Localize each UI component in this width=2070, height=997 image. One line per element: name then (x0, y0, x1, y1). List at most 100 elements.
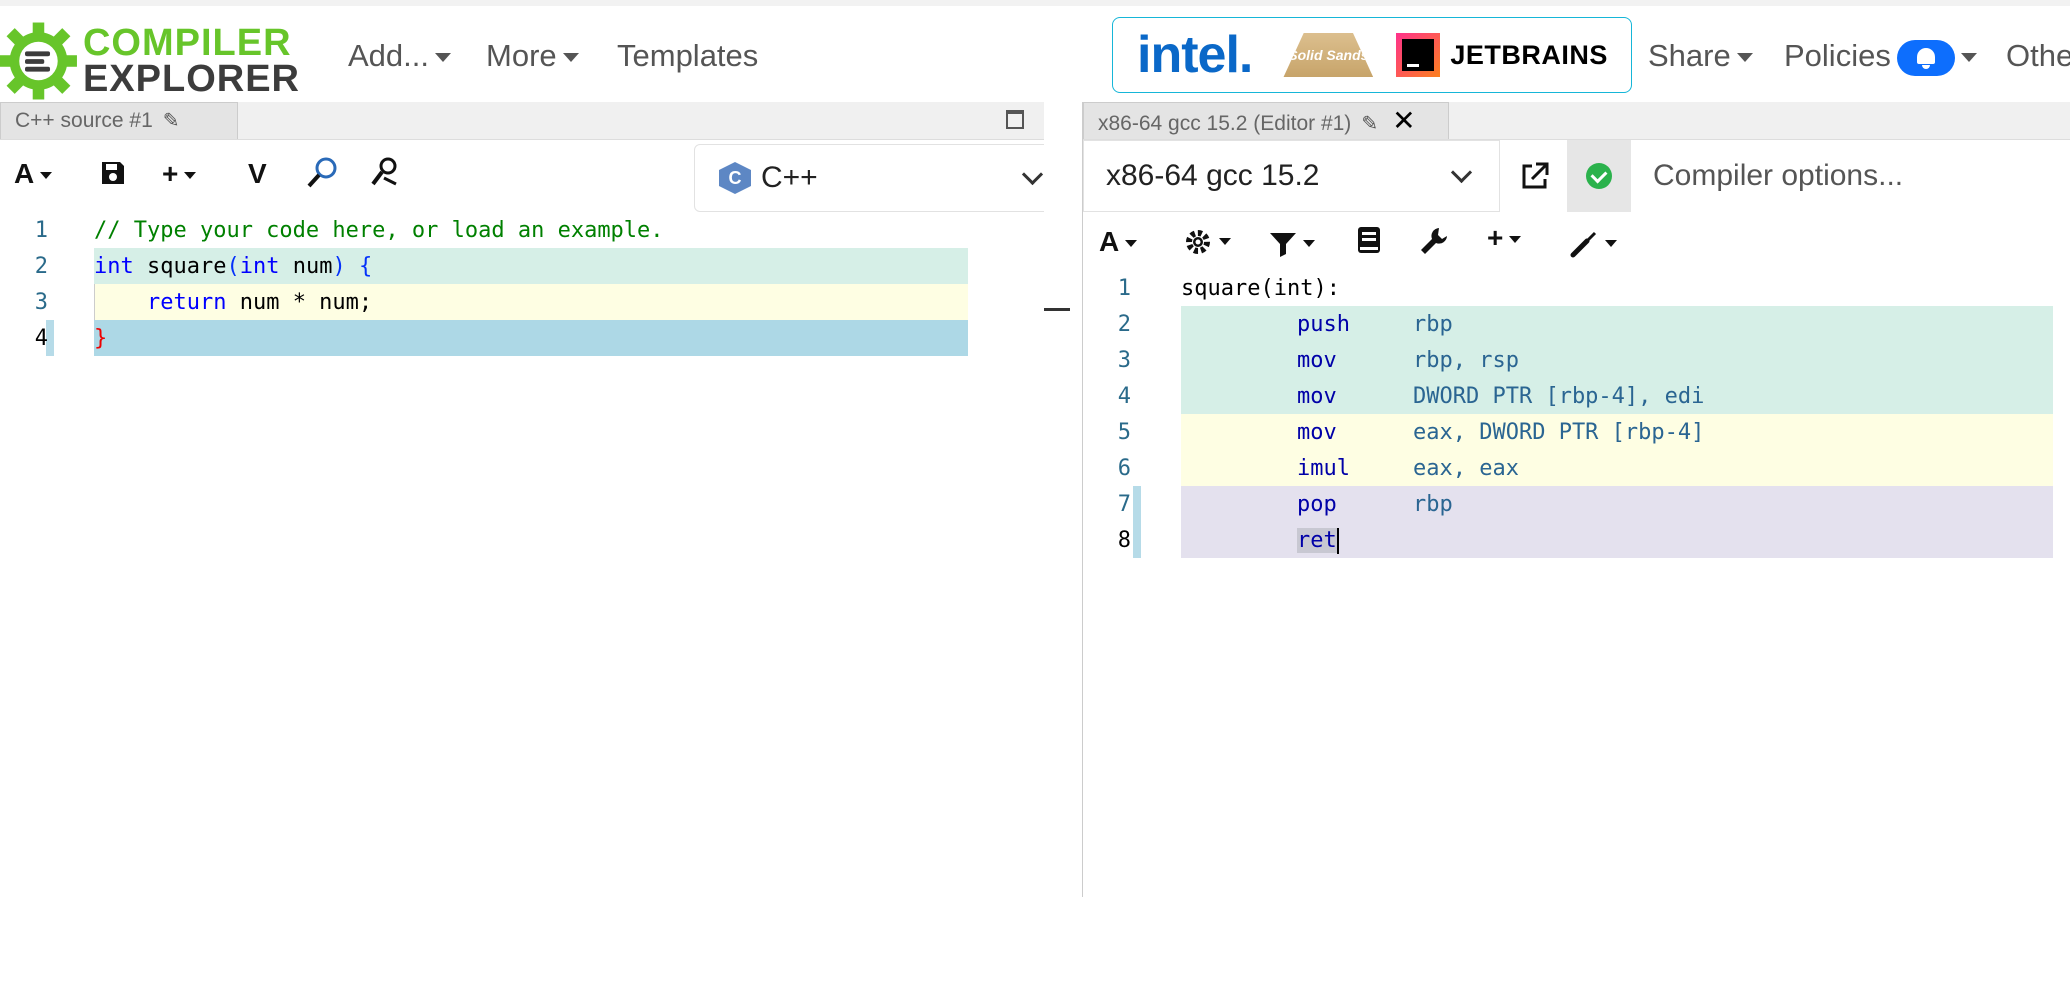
nav-other-menu[interactable]: Other (2006, 38, 2070, 74)
top-navbar: COMPILER EXPLORER Add... More Templates … (0, 0, 2070, 102)
output-settings-button[interactable] (1183, 224, 1231, 257)
asm-line: 4 mov DWORD PTR [rbp-4], edi (1083, 378, 2070, 414)
save-button[interactable] (100, 160, 126, 193)
line-number: 2 (1117, 312, 1131, 337)
nav-add-menu[interactable]: Add... (348, 38, 451, 74)
code-text: // Type your code here, or load an examp… (94, 218, 664, 243)
tab-cpp-source[interactable]: C++ source #1 ✎ (0, 102, 238, 139)
caret-down-icon (562, 53, 579, 63)
gutter-marker (1133, 486, 1141, 522)
caret-down-icon (184, 172, 197, 180)
line-number: 1 (34, 218, 48, 243)
code-text: int square(int num) { (94, 254, 372, 279)
save-icon (102, 162, 124, 184)
nav-share-menu[interactable]: Share (1648, 38, 1753, 74)
code-line: 2 int square(int num) { (0, 248, 1044, 284)
close-icon[interactable]: ✕ (1392, 105, 1415, 136)
sponsors-box[interactable]: intel. Solid Sands JETBRAINS (1112, 17, 1632, 93)
token-identifier: num (279, 254, 333, 279)
asm-line: 3 mov rbp, rsp (1083, 342, 2070, 378)
external-link-icon (1522, 162, 1549, 189)
font-icon: A (1099, 226, 1120, 257)
compiler-tabstrip: x86-64 gcc 15.2 (Editor #1) ✎ ✕ (1083, 102, 2070, 140)
asm-instruction: mov (1297, 348, 1337, 373)
line-number: 8 (1117, 528, 1131, 553)
asm-operands: rbp (1413, 492, 1453, 517)
tab-compiler[interactable]: x86-64 gcc 15.2 (Editor #1) ✎ ✕ (1083, 102, 1449, 139)
asm-instruction-cursor: ret (1297, 528, 1339, 554)
assembly-output[interactable]: 1 square(int): 2 push rbp 3 mov rbp, rsp… (1083, 270, 2070, 995)
caret-down-icon (1219, 238, 1231, 246)
caret-down-icon (1125, 240, 1138, 248)
tools-button[interactable] (1419, 226, 1449, 263)
caret-down-icon (1303, 240, 1315, 248)
language-select[interactable]: C C++ (694, 144, 1070, 212)
compiler-select[interactable]: x86-64 gcc 15.2 (1083, 140, 1500, 212)
scroll-marker (1044, 308, 1070, 311)
line-number: 5 (1117, 420, 1131, 445)
plus-icon: + (1487, 222, 1504, 253)
line-number: 4 (34, 326, 48, 351)
asm-operands: rbp, rsp (1413, 348, 1519, 373)
asm-instruction: imul (1297, 456, 1350, 481)
pane-splitter[interactable] (1044, 102, 1082, 897)
asm-instruction: mov (1297, 384, 1337, 409)
solid-sands-logo: Solid Sands (1283, 33, 1374, 77)
asm-line: 6 imul eax, eax (1083, 450, 2070, 486)
caret-down-icon (1960, 53, 1977, 63)
nav-templates-label: Templates (617, 38, 759, 73)
tab-title: C++ source #1 (15, 109, 153, 132)
asm-operands: rbp (1413, 312, 1453, 337)
source-toolbar: A + V C C++ (0, 140, 1070, 212)
add-new-button[interactable]: + (1487, 222, 1522, 254)
cppinsights-button[interactable] (370, 156, 402, 195)
nav-templates-link[interactable]: Templates (617, 38, 758, 74)
line-number: 1 (1117, 276, 1131, 301)
logo-line1: COMPILER (82, 22, 292, 64)
popout-button[interactable] (1503, 140, 1567, 212)
line-number: 6 (1117, 456, 1131, 481)
maximize-icon[interactable] (1006, 110, 1024, 129)
intel-logo: intel. (1137, 26, 1253, 84)
language-label: C++ (761, 161, 818, 194)
quick-search-button[interactable] (306, 156, 340, 197)
line-number: 4 (1117, 384, 1131, 409)
filter-button[interactable] (1269, 226, 1315, 258)
compiler-explorer-logo[interactable]: COMPILER EXPLORER (0, 16, 300, 106)
tab-title: x86-64 gcc 15.2 (Editor #1) (1098, 112, 1352, 135)
add-tool-button[interactable] (1569, 226, 1617, 259)
asm-line: 8 ret (1083, 522, 2070, 558)
caret-down-icon (1736, 53, 1753, 63)
vim-mode-button[interactable]: V (248, 158, 267, 190)
add-button[interactable]: + (162, 158, 197, 190)
token-keyword: return (146, 290, 227, 315)
asm-operands: eax, eax (1413, 456, 1519, 481)
token-bracket: ( (226, 254, 240, 279)
pencil-icon[interactable]: ✎ (163, 110, 180, 132)
nav-other-label: Other (2006, 38, 2070, 73)
insights-icon (371, 157, 397, 186)
pencil-icon[interactable]: ✎ (1361, 113, 1378, 135)
nav-share-label: Share (1648, 38, 1731, 73)
code-line: 3 return num * num; (0, 284, 1044, 320)
nav-more-menu[interactable]: More (486, 38, 579, 74)
token-keyword: int (94, 254, 134, 279)
vim-icon: V (248, 158, 267, 189)
libraries-button[interactable] (1357, 226, 1381, 261)
asm-line: 1 square(int): (1083, 270, 2070, 306)
font-size-button[interactable]: A (14, 158, 53, 190)
check-circle-icon (1586, 163, 1612, 189)
jetbrains-icon (1396, 33, 1441, 77)
source-editor[interactable]: 1 // Type your code here, or load an exa… (0, 212, 1044, 997)
token-identifier: square (133, 254, 227, 279)
line-highlight (94, 320, 968, 356)
token-expression: num * num; (226, 290, 373, 315)
compile-status[interactable] (1567, 140, 1631, 212)
nav-policies-label: Policies (1784, 38, 1891, 73)
nav-policies-menu[interactable]: Policies (1784, 38, 1977, 76)
cpp-logo-icon: C (719, 162, 751, 194)
token-bracket: { (345, 254, 373, 279)
font-size-button[interactable]: A (1099, 226, 1138, 258)
compiler-options-input[interactable]: Compiler options... (1631, 140, 2070, 212)
